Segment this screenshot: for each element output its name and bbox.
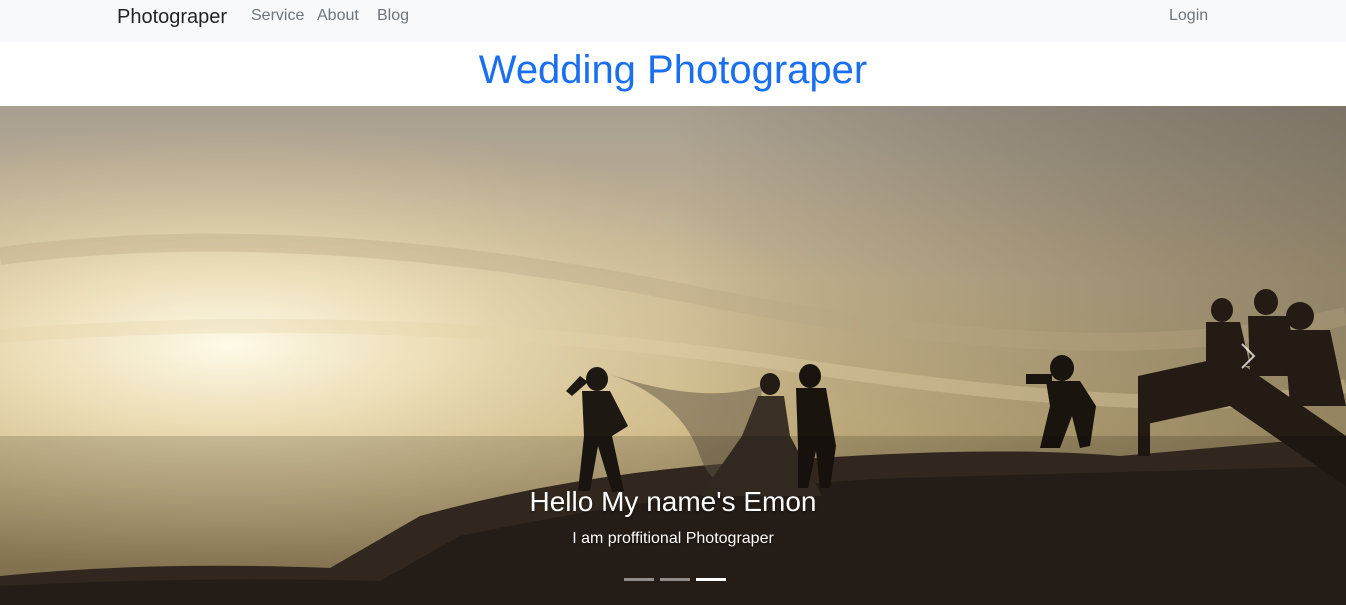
chevron-right-icon bbox=[1241, 343, 1256, 369]
carousel-caption-text: I am proffitional Photograper bbox=[572, 530, 774, 547]
carousel-indicator-3[interactable] bbox=[696, 578, 726, 581]
nav-service-link[interactable]: Service bbox=[251, 7, 304, 25]
login-link[interactable]: Login bbox=[1169, 7, 1208, 25]
carousel-indicators bbox=[624, 578, 726, 581]
carousel-indicator-1[interactable] bbox=[624, 578, 654, 581]
nav-about-link[interactable]: About bbox=[317, 7, 359, 25]
hero-carousel: Hello My name's Emon I am proffitional P… bbox=[0, 106, 1346, 605]
top-navbar: Photograper Service About Blog Login bbox=[0, 0, 1346, 42]
brand-link[interactable]: Photograper bbox=[117, 6, 227, 29]
carousel-caption-title: Hello My name's Emon bbox=[529, 486, 817, 517]
page-title: Wedding Photograper bbox=[478, 48, 868, 92]
carousel-next-button[interactable] bbox=[1232, 336, 1262, 376]
nav-blog-link[interactable]: Blog bbox=[377, 7, 409, 25]
carousel-indicator-2[interactable] bbox=[660, 578, 690, 581]
